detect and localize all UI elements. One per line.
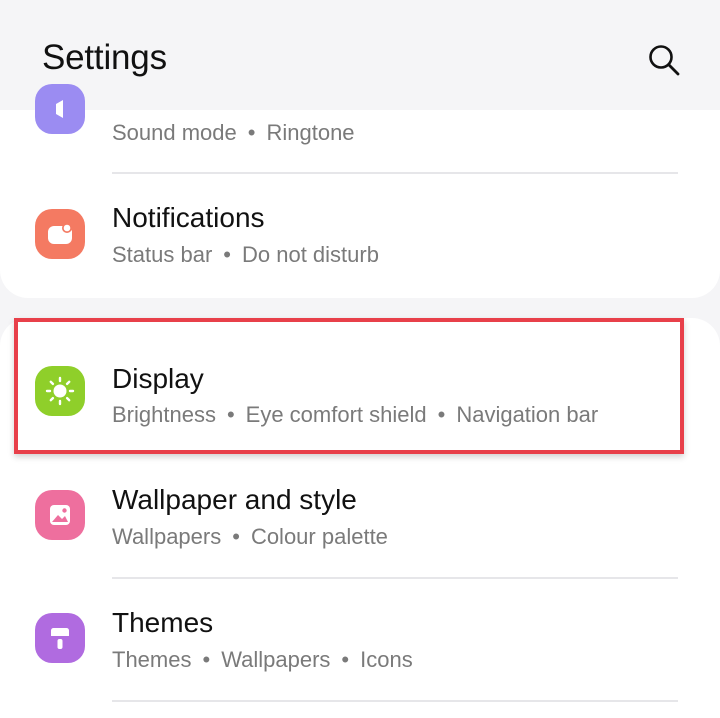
settings-item-notifications[interactable]: Notifications Status bar • Do not disturb — [0, 174, 720, 296]
settings-item-themes-label: Themes — [112, 607, 214, 638]
page-title: Settings — [42, 38, 167, 77]
settings-item-sounds-subtitle: Sound mode • Ringtone — [112, 120, 355, 145]
settings-group-top: Sound mode • Ringtone Notifications Status… — [0, 84, 720, 298]
settings-item-wallpaper-subtitle: Wallpapers • Colour palette — [112, 524, 388, 549]
settings-item-notifications-label: Notifications — [112, 202, 265, 233]
app-header: Settings — [0, 0, 720, 118]
settings-item-notifications-subtitle: Status bar • Do not disturb — [112, 242, 379, 267]
settings-item-themes[interactable]: Themes Themes • Wallpapers • Icons — [0, 579, 720, 701]
sound-icon — [35, 84, 85, 134]
settings-item-display-label: Display — [112, 363, 204, 394]
display-brightness-icon — [35, 366, 85, 416]
settings-item-themes-subtitle: Themes • Wallpapers • Icons — [112, 647, 413, 672]
wallpaper-icon — [35, 490, 85, 540]
search-icon — [649, 45, 680, 76]
divider — [112, 700, 678, 702]
search-button[interactable] — [644, 40, 684, 80]
themes-brush-icon — [35, 613, 85, 663]
notifications-icon — [35, 209, 85, 259]
settings-item-wallpaper[interactable]: Wallpaper and style Wallpapers • Colour pa… — [0, 456, 720, 578]
settings-group-bottom: Display Brightness • Eye comfort shield • Na… — [0, 318, 720, 718]
settings-item-sounds[interactable]: Sound mode • Ringtone — [0, 84, 720, 174]
settings-item-display[interactable]: Display Brightness • Eye comfort shield • Na… — [0, 318, 720, 454]
settings-item-display-subtitle: Brightness • Eye comfort shield • Navigation… — [112, 402, 599, 427]
settings-item-wallpaper-label: Wallpaper and style — [112, 484, 357, 515]
